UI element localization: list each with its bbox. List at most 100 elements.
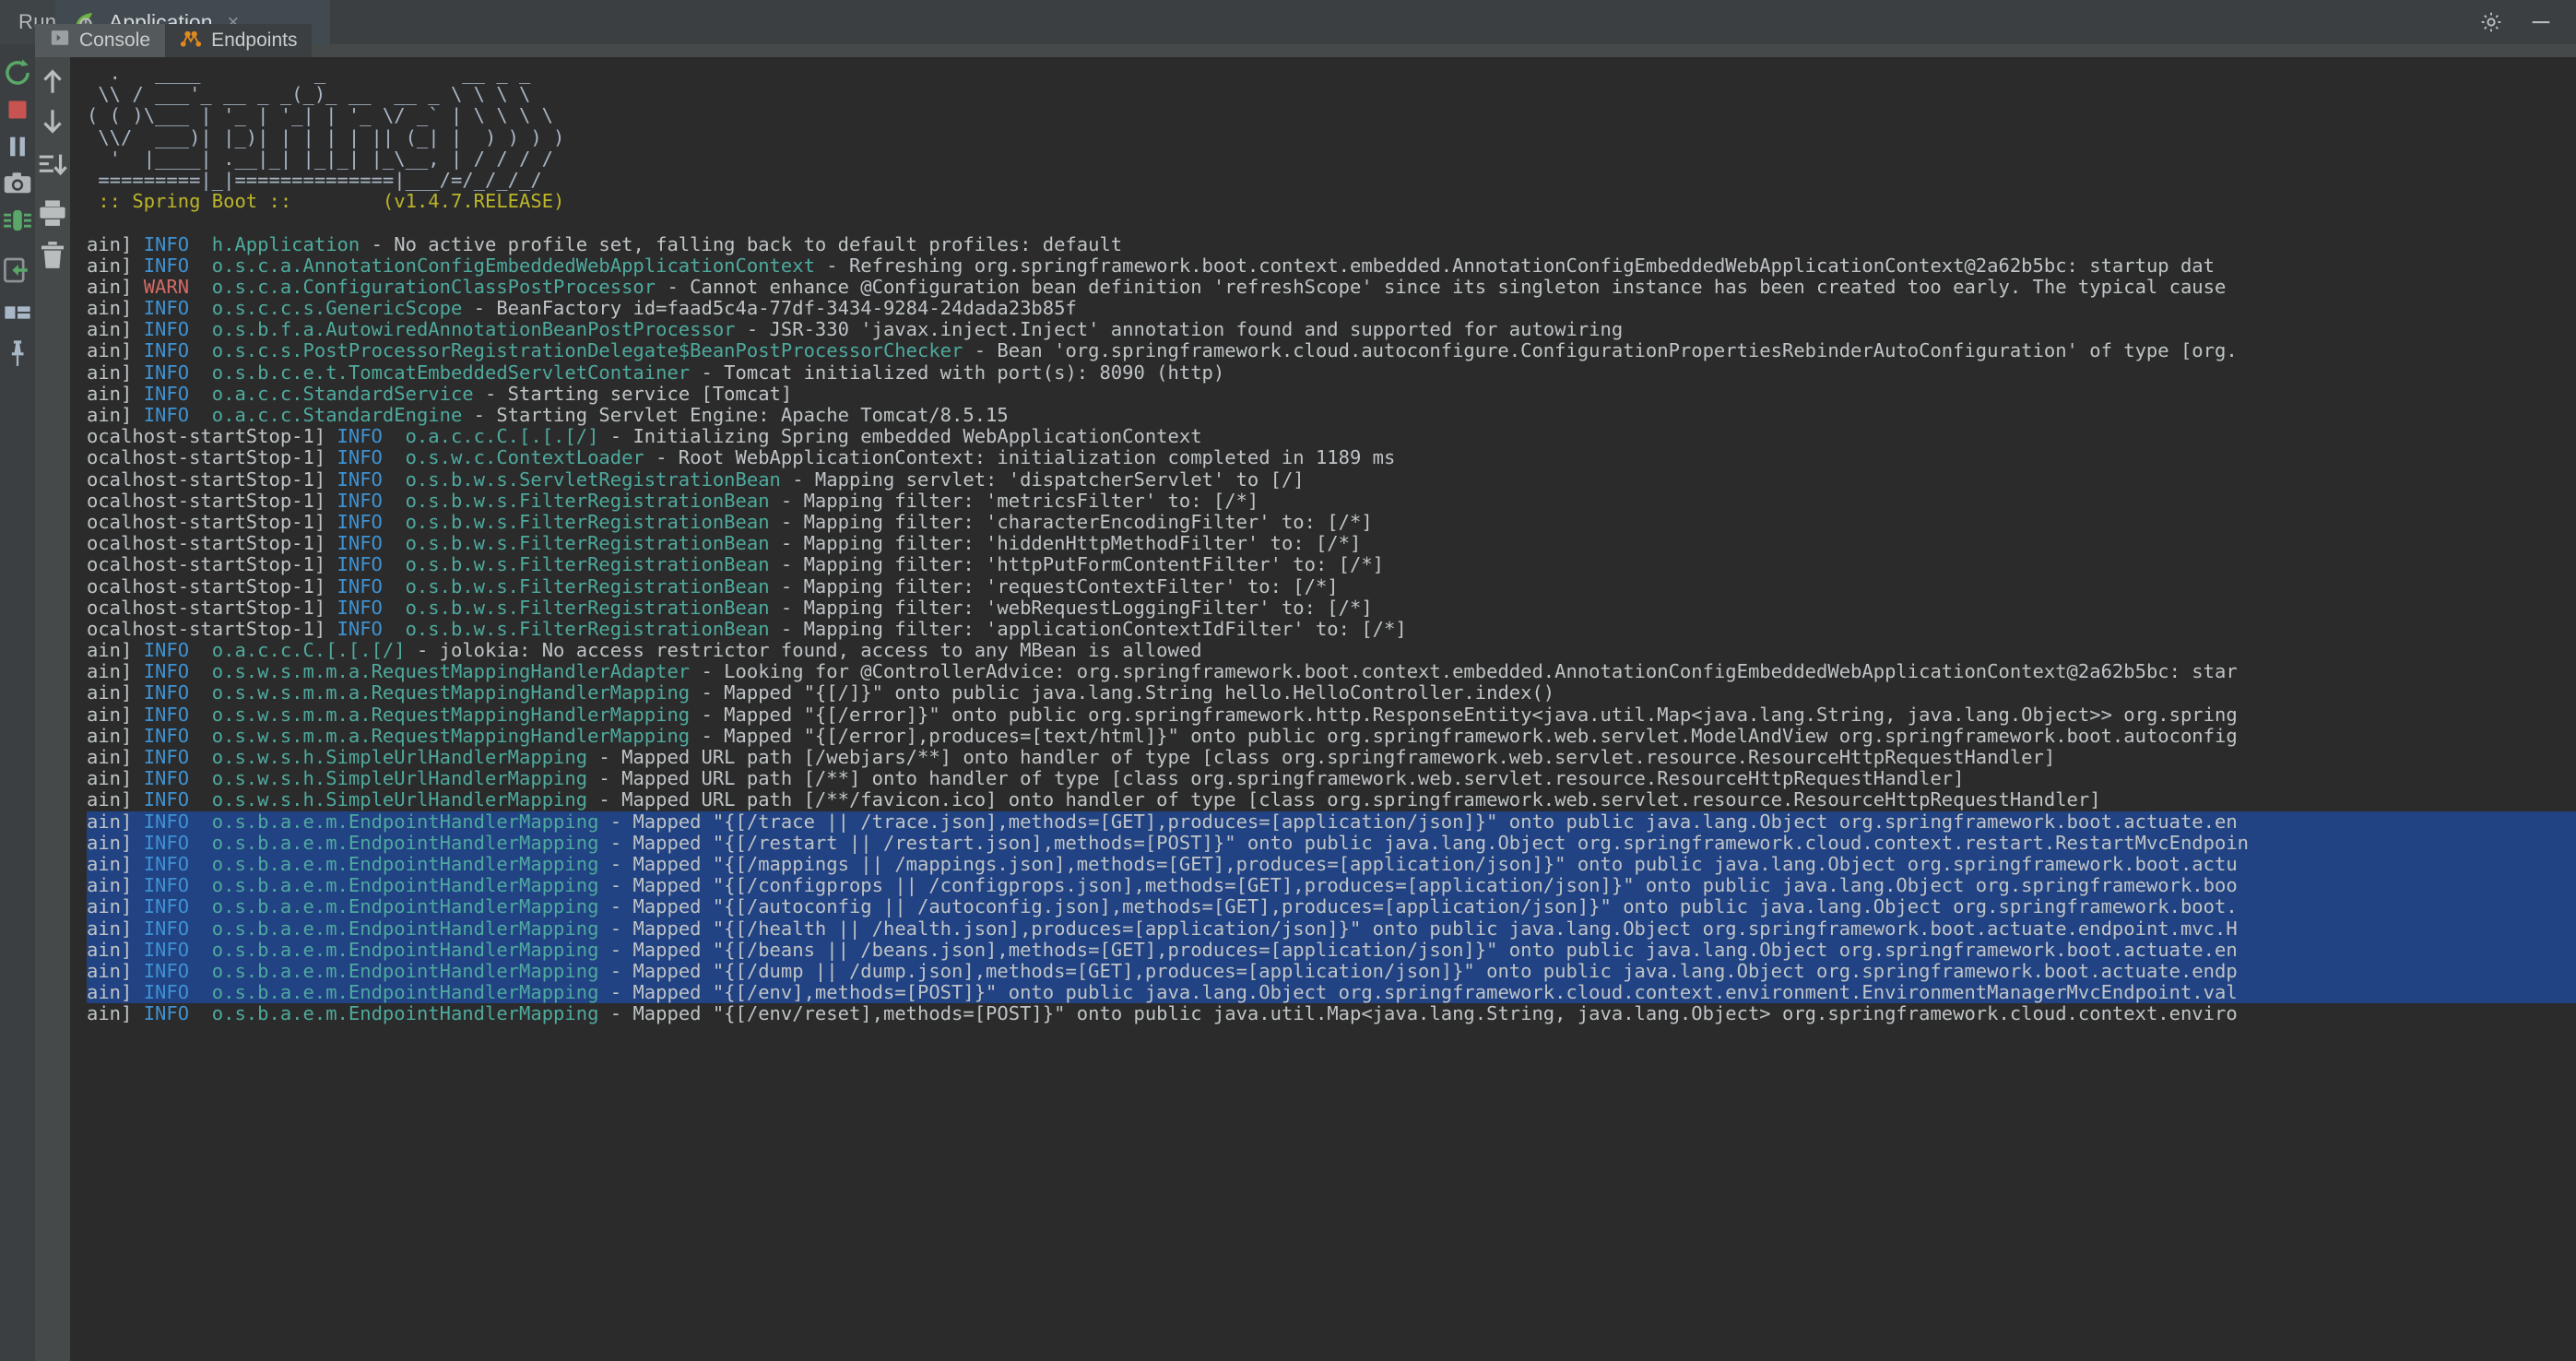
log-message: - Mapping filter: 'requestContextFilter'… (770, 575, 1339, 598)
banner-line: \\ / ___'_ __ _ _(_)_ __ __ _ \ \ \ \ (87, 84, 2576, 105)
console-text: . ____ _ __ _ _ \\ / ___'_ __ _ _(_)_ __… (70, 57, 2576, 1024)
console-log-line[interactable]: ain] INFO h.Application - No active prof… (87, 234, 2576, 255)
log-level: INFO (144, 832, 189, 854)
console-log-line[interactable]: ain] INFO o.s.w.s.h.SimpleUrlHandlerMapp… (87, 789, 2576, 811)
console-log-line[interactable]: ain] INFO o.s.c.s.PostProcessorRegistrat… (87, 340, 2576, 361)
pause-button[interactable] (0, 129, 35, 164)
log-level: INFO (144, 960, 189, 982)
rerun-button[interactable] (0, 55, 35, 90)
console-log-line[interactable]: ocalhost-startStop-1] INFO o.s.b.w.s.Fil… (87, 491, 2576, 512)
tab-console[interactable]: Console (35, 24, 165, 57)
console-log-line[interactable]: ocalhost-startStop-1] INFO o.s.b.w.s.Ser… (87, 469, 2576, 491)
blank-line (87, 212, 2576, 233)
console-log-line[interactable]: ain] INFO o.s.b.a.e.m.EndpointHandlerMap… (87, 854, 2576, 875)
log-logger: o.a.c.c.C.[.[.[/] (406, 425, 599, 447)
log-level: INFO (144, 361, 189, 384)
log-logger: o.s.b.w.s.FilterRegistrationBean (406, 575, 770, 598)
console-log-line[interactable]: ain] INFO o.s.b.a.e.m.EndpointHandlerMap… (87, 982, 2576, 1003)
console-log-line[interactable]: ocalhost-startStop-1] INFO o.s.b.w.s.Fil… (87, 533, 2576, 554)
log-thread: ain] (87, 939, 132, 961)
log-thread: ain] (87, 276, 132, 298)
log-message: - Starting Servlet Engine: Apache Tomcat… (462, 404, 1008, 426)
trash-icon[interactable] (35, 238, 70, 273)
console-output-panel[interactable]: . ____ _ __ _ _ \\ / ___'_ __ _ _(_)_ __… (70, 57, 2576, 1361)
thread-dump-button[interactable] (0, 203, 35, 238)
log-message: - Mapping filter: 'characterEncodingFilt… (770, 511, 1373, 533)
log-thread: ocalhost-startStop-1] (87, 575, 325, 598)
console-log-line[interactable]: ain] INFO o.s.b.a.e.m.EndpointHandlerMap… (87, 875, 2576, 896)
console-log-line[interactable]: ain] INFO o.s.b.a.e.m.EndpointHandlerMap… (87, 940, 2576, 961)
log-level: INFO (337, 532, 383, 554)
log-thread: ain] (87, 361, 132, 384)
banner-line: =========|_|==============|___/=/_/_/_/ (87, 170, 2576, 191)
log-level: INFO (337, 490, 383, 512)
log-message: - Tomcat initialized with port(s): 8090 … (690, 361, 1224, 384)
console-log-line[interactable]: ocalhost-startStop-1] INFO o.s.b.w.s.Fil… (87, 554, 2576, 575)
log-thread: ain] (87, 981, 132, 1003)
log-thread: ain] (87, 254, 132, 277)
console-log-line[interactable]: ocalhost-startStop-1] INFO o.s.b.w.s.Fil… (87, 512, 2576, 533)
console-log-line[interactable]: ain] INFO o.s.w.s.m.m.a.RequestMappingHa… (87, 726, 2576, 747)
spring-boot-version-line: :: Spring Boot :: (v1.4.7.RELEASE) (87, 191, 2576, 212)
log-thread: ain] (87, 788, 132, 811)
camera-icon[interactable] (0, 166, 35, 201)
console-log-line[interactable]: ain] INFO o.s.w.s.h.SimpleUrlHandlerMapp… (87, 768, 2576, 789)
console-log-line[interactable]: ain] INFO o.s.b.c.e.t.TomcatEmbeddedServ… (87, 362, 2576, 384)
log-thread: ocalhost-startStop-1] (87, 446, 325, 468)
log-message: - Mapped "{[/health || /health.json],pro… (598, 917, 2237, 940)
log-message: - Looking for @ControllerAdvice: org.spr… (690, 660, 2238, 682)
log-level: INFO (144, 981, 189, 1003)
log-thread: ocalhost-startStop-1] (87, 553, 325, 575)
log-level: INFO (144, 318, 189, 340)
log-logger: o.s.w.s.h.SimpleUrlHandlerMapping (212, 767, 587, 789)
console-log-line[interactable]: ain] INFO o.s.c.c.s.GenericScope - BeanF… (87, 298, 2576, 319)
log-level: INFO (144, 704, 189, 726)
console-log-line[interactable]: ain] WARN o.s.c.a.ConfigurationClassPost… (87, 277, 2576, 298)
pin-icon[interactable] (0, 336, 35, 371)
console-log-line[interactable]: ocalhost-startStop-1] INFO o.s.b.w.s.Fil… (87, 598, 2576, 619)
tab-endpoints[interactable]: Endpoints (165, 24, 312, 57)
console-log-line[interactable]: ocalhost-startStop-1] INFO o.a.c.c.C.[.[… (87, 426, 2576, 447)
log-logger: o.s.w.s.m.m.a.RequestMappingHandlerMappi… (212, 725, 690, 747)
console-log-line[interactable]: ain] INFO o.s.b.a.e.m.EndpointHandlerMap… (87, 833, 2576, 854)
log-thread: ain] (87, 725, 132, 747)
console-log-line[interactable]: ain] INFO o.s.b.f.a.AutowiredAnnotationB… (87, 319, 2576, 340)
tab-endpoints-label: Endpoints (211, 30, 297, 52)
console-log-line[interactable]: ain] INFO o.s.w.s.m.m.a.RequestMappingHa… (87, 661, 2576, 682)
stop-button[interactable] (0, 92, 35, 127)
console-log-line[interactable]: ain] INFO o.a.c.c.StandardService - Star… (87, 384, 2576, 405)
log-logger: o.s.c.c.s.GenericScope (212, 297, 463, 319)
console-log-line[interactable]: ain] INFO o.a.c.c.StandardEngine - Start… (87, 405, 2576, 426)
console-log-line[interactable]: ain] INFO o.s.w.s.m.m.a.RequestMappingHa… (87, 704, 2576, 726)
console-log-line[interactable]: ocalhost-startStop-1] INFO o.s.b.w.s.Fil… (87, 576, 2576, 598)
console-log-line[interactable]: ain] INFO o.s.b.a.e.m.EndpointHandlerMap… (87, 896, 2576, 917)
log-logger: o.a.c.c.C.[.[.[/] (212, 639, 406, 661)
console-log-line[interactable]: ain] INFO o.s.w.s.m.m.a.RequestMappingHa… (87, 682, 2576, 704)
layout-grid-icon[interactable] (0, 295, 35, 330)
log-level: INFO (144, 233, 189, 255)
scroll-down-button[interactable] (35, 103, 70, 138)
console-log-line[interactable]: ain] INFO o.s.b.a.e.m.EndpointHandlerMap… (87, 811, 2576, 833)
console-log-line[interactable]: ain] INFO o.s.w.s.h.SimpleUrlHandlerMapp… (87, 747, 2576, 768)
soft-wrap-button[interactable] (35, 148, 70, 183)
printer-icon[interactable] (35, 195, 70, 231)
console-log-line[interactable]: ain] INFO o.s.c.a.AnnotationConfigEmbedd… (87, 255, 2576, 277)
log-level: INFO (337, 425, 383, 447)
console-terminal-icon (50, 28, 70, 53)
restore-layout-button[interactable] (0, 253, 35, 288)
log-thread: ocalhost-startStop-1] (87, 618, 325, 640)
console-log-line[interactable]: ain] INFO o.a.c.c.C.[.[.[/] - jolokia: N… (87, 640, 2576, 661)
console-log-line[interactable]: ocalhost-startStop-1] INFO o.s.w.c.Conte… (87, 447, 2576, 468)
log-level: INFO (337, 446, 383, 468)
log-message: - Bean 'org.springframework.cloud.autoco… (963, 339, 2237, 361)
log-message: - Mapping filter: 'applicationContextIdF… (770, 618, 1407, 640)
console-log-line[interactable]: ain] INFO o.s.b.a.e.m.EndpointHandlerMap… (87, 918, 2576, 940)
log-thread: ain] (87, 960, 132, 982)
banner-line: ' |____| .__|_| |_|_| |_\__, | / / / / (87, 148, 2576, 170)
log-level: INFO (144, 853, 189, 875)
console-log-line[interactable]: ain] INFO o.s.b.a.e.m.EndpointHandlerMap… (87, 961, 2576, 982)
log-logger: o.s.b.c.e.t.TomcatEmbeddedServletContain… (212, 361, 690, 384)
scroll-up-button[interactable] (35, 65, 70, 100)
console-log-line[interactable]: ocalhost-startStop-1] INFO o.s.b.w.s.Fil… (87, 619, 2576, 640)
console-log-line[interactable]: ain] INFO o.s.b.a.e.m.EndpointHandlerMap… (87, 1003, 2576, 1024)
